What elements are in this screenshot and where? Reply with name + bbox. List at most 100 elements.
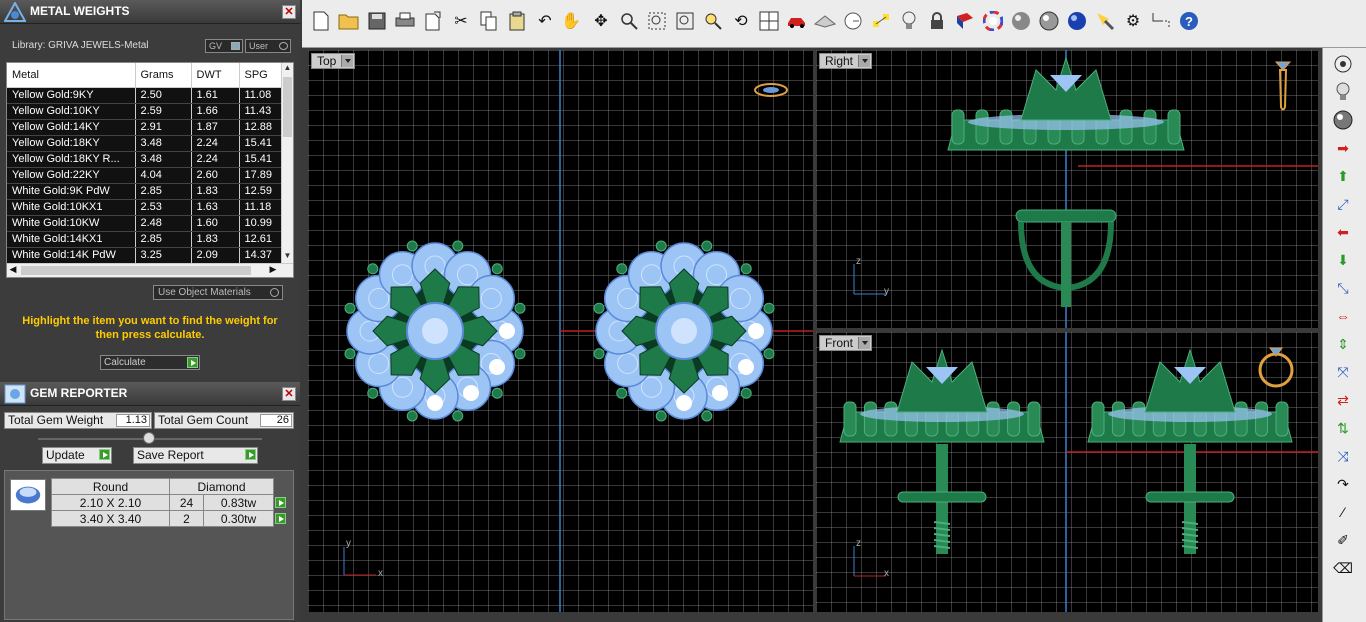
sphere-blue-icon[interactable] — [1066, 10, 1088, 32]
table-row[interactable]: Yellow Gold:14KY 2.91 1.87 12.88 — [7, 119, 284, 136]
table-row[interactable]: White Gold:14KX1 2.85 1.83 12.61 — [7, 231, 284, 248]
gear-icon[interactable]: ⚙ — [1122, 10, 1144, 32]
new-file-icon[interactable] — [310, 10, 332, 32]
gem-row-go-button[interactable] — [273, 510, 288, 527]
table-row[interactable]: Yellow Gold:10KY 2.59 1.66 11.43 — [7, 103, 284, 120]
undo-icon[interactable]: ↶ — [534, 10, 556, 32]
print-icon[interactable] — [394, 10, 416, 32]
curve-tool-icon[interactable]: ↷ — [1331, 472, 1355, 496]
calculate-button[interactable]: Calculate — [100, 355, 200, 370]
right-view-selector[interactable]: Right — [819, 53, 873, 69]
light-bulb-icon[interactable] — [1331, 80, 1355, 104]
highlight — [712, 385, 728, 401]
arrow-up-icon[interactable]: ⬆ — [1331, 164, 1355, 188]
slider-handle[interactable] — [143, 432, 155, 444]
sphere-shaded-icon[interactable] — [1038, 10, 1060, 32]
column-header[interactable]: SPG — [239, 63, 284, 88]
plane-icon[interactable] — [814, 10, 836, 32]
zoom-window-icon[interactable] — [646, 10, 668, 32]
scroll-thumb[interactable] — [21, 266, 251, 275]
mirror-horizontal-icon[interactable]: ⇄ — [1331, 388, 1355, 412]
sphere-shaded-icon[interactable] — [1331, 108, 1355, 132]
table-row[interactable]: Yellow Gold:9KY 2.50 1.61 11.08 — [7, 87, 284, 104]
trim-tool-icon[interactable]: ✐ — [1331, 528, 1355, 552]
zoom-in-icon[interactable] — [618, 10, 640, 32]
front-view-selector[interactable]: Front — [819, 335, 873, 351]
dimension-icon[interactable] — [1150, 10, 1172, 32]
snap-points-icon[interactable] — [870, 10, 892, 32]
top-viewport[interactable]: Top y x — [308, 50, 813, 612]
color-wheel-icon[interactable] — [982, 10, 1004, 32]
mirror-vertical-icon[interactable]: ⇅ — [1331, 416, 1355, 440]
update-button[interactable]: Update — [42, 447, 112, 464]
prong — [740, 263, 752, 275]
gem-row-go-button[interactable] — [273, 494, 288, 511]
arrow-left-icon[interactable]: ⬅ — [1331, 220, 1355, 244]
save-icon[interactable] — [366, 10, 388, 32]
chevron-down-icon — [862, 59, 869, 63]
arrow-horizontal-icon[interactable]: ⇔ — [1331, 304, 1355, 328]
flashlight-icon[interactable] — [1094, 10, 1116, 32]
mirror-diagonal-icon[interactable]: ⤨ — [1331, 444, 1355, 468]
table-cell: 14.37 — [239, 247, 284, 264]
column-header[interactable]: Metal — [7, 63, 136, 88]
arrow-diagonal-down-icon[interactable]: ⤡ — [1331, 276, 1355, 300]
front-view-label: Front — [825, 336, 854, 350]
open-folder-icon[interactable] — [338, 10, 360, 32]
measure-icon[interactable] — [842, 10, 864, 32]
column-header[interactable]: Grams — [135, 63, 192, 88]
prong — [593, 302, 605, 314]
scroll-down-icon[interactable]: ▼ — [282, 251, 293, 263]
export-icon[interactable] — [422, 10, 444, 32]
arrow-vertical-icon[interactable]: ⇕ — [1331, 332, 1355, 356]
front-viewport[interactable]: Front z x — [816, 332, 1318, 612]
zoom-extents-icon[interactable] — [674, 10, 696, 32]
sphere-render-icon[interactable] — [1010, 10, 1032, 32]
column-header[interactable]: DWT — [191, 63, 240, 88]
pan-hand-icon[interactable]: ✋ — [560, 10, 582, 32]
table-row[interactable]: White Gold:14K PdW 3.25 2.09 14.37 — [7, 247, 284, 264]
line-tool-icon[interactable]: ⁄ — [1331, 500, 1355, 524]
close-icon[interactable]: ✕ — [282, 5, 296, 19]
vertical-scrollbar[interactable]: ▲ ▼ — [281, 63, 293, 263]
gv-toggle[interactable]: GV — [205, 39, 243, 53]
lock-icon[interactable] — [926, 10, 948, 32]
copy-icon[interactable] — [478, 10, 500, 32]
table-row[interactable]: White Gold:9K PdW 2.85 1.83 12.59 — [7, 183, 284, 200]
table-row[interactable]: Yellow Gold:18KY 3.48 2.24 15.41 — [7, 135, 284, 152]
use-object-materials-toggle[interactable]: Use Object Materials — [153, 285, 283, 300]
cut-icon[interactable]: ✂ — [450, 10, 472, 32]
material-book-icon[interactable] — [954, 10, 976, 32]
gem-row[interactable]: 3.40 X 3.40 2 0.30tw — [51, 510, 288, 527]
car-render-icon[interactable] — [786, 10, 808, 32]
table-row[interactable]: Yellow Gold:18KY R... 3.48 2.24 15.41 — [7, 151, 284, 168]
top-view-selector[interactable]: Top — [311, 53, 356, 69]
table-row[interactable]: White Gold:10KX1 2.53 1.63 11.18 — [7, 199, 284, 216]
four-views-icon[interactable] — [758, 10, 780, 32]
scroll-thumb[interactable] — [283, 77, 292, 137]
paste-icon[interactable] — [506, 10, 528, 32]
scale-diagonal-icon[interactable]: ⤧ — [1331, 360, 1355, 384]
rotate-view-icon[interactable]: ⟲ — [730, 10, 752, 32]
horizontal-scrollbar[interactable]: ◀ ▶ — [7, 263, 293, 277]
help-icon[interactable]: ? — [1178, 10, 1200, 32]
save-report-button[interactable]: Save Report — [133, 447, 258, 464]
right-viewport[interactable]: Right z y — [816, 50, 1318, 328]
user-toggle[interactable]: User — [245, 39, 291, 53]
light-bulb-icon[interactable] — [898, 10, 920, 32]
zoom-selected-icon[interactable] — [702, 10, 724, 32]
scroll-up-icon[interactable]: ▲ — [282, 63, 293, 75]
table-row[interactable]: Yellow Gold:22KY 4.04 2.60 17.89 — [7, 167, 284, 184]
table-row[interactable]: White Gold:10KW 2.48 1.60 10.99 — [7, 215, 284, 232]
move-view-icon[interactable]: ✥ — [590, 10, 612, 32]
prong — [863, 401, 877, 437]
eraser-icon[interactable]: ⌫ — [1331, 556, 1355, 580]
scroll-left-icon[interactable]: ◀ — [7, 264, 19, 277]
close-icon[interactable]: ✕ — [282, 387, 296, 401]
arrow-diagonal-icon[interactable]: ⤢ — [1331, 192, 1355, 216]
scroll-right-icon[interactable]: ▶ — [267, 264, 279, 277]
gem-settings-icon[interactable] — [1331, 52, 1355, 76]
arrow-down-icon[interactable]: ⬇ — [1331, 248, 1355, 272]
gem-row[interactable]: 2.10 X 2.10 24 0.83tw — [51, 494, 288, 511]
arrow-right-icon[interactable]: ➡ — [1331, 136, 1355, 160]
